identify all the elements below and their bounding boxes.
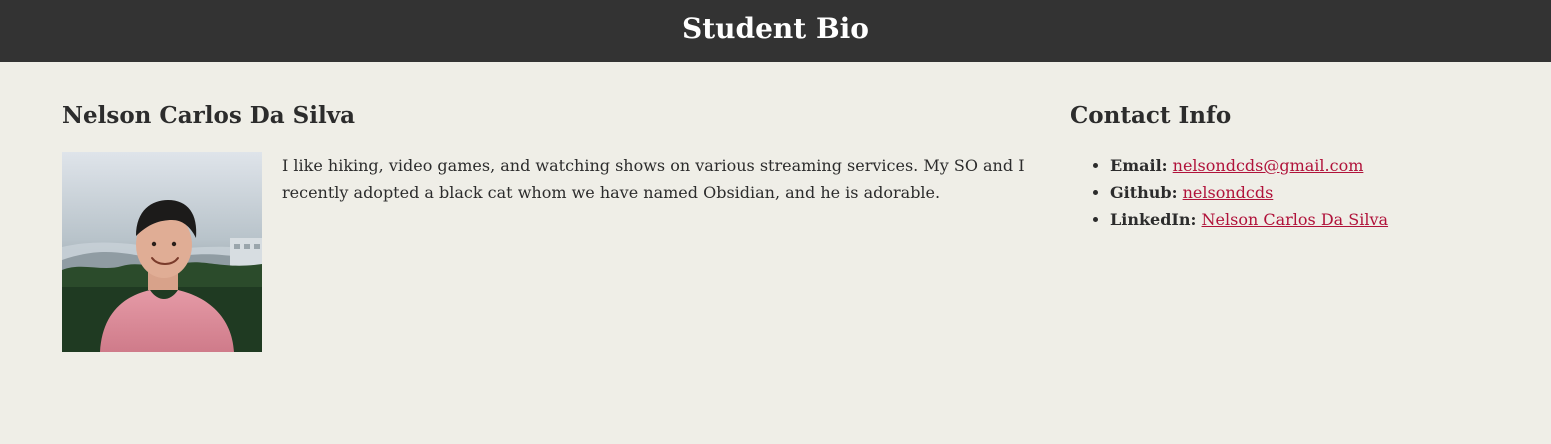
contact-title: Contact Info [1070, 102, 1232, 129]
contact-label-github: Github: [1110, 183, 1178, 202]
github-link[interactable]: nelsondcds [1183, 183, 1274, 202]
student-name: Nelson Carlos Da Silva [62, 102, 355, 129]
bio-text: I like hiking, video games, and watching… [282, 156, 1025, 202]
contact-label-linkedin: LinkedIn: [1110, 210, 1197, 229]
contact-list: Email: nelsondcds@gmail.com Github: nels… [1070, 152, 1510, 233]
bio-section: Nelson Carlos Da Silva I like hiking, vi… [62, 100, 1072, 352]
contact-section: Contact Info Email: nelsondcds@gmail.com… [1070, 100, 1510, 233]
contact-label-email: Email: [1110, 156, 1168, 175]
bio-row: I like hiking, video games, and watching… [62, 152, 1072, 352]
linkedin-link[interactable]: Nelson Carlos Da Silva [1202, 210, 1389, 229]
contact-item-email: Email: nelsondcds@gmail.com [1110, 152, 1510, 179]
contact-item-github: Github: nelsondcds [1110, 179, 1510, 206]
page-header: Student Bio [0, 0, 1551, 62]
page-title: Student Bio [682, 12, 869, 45]
email-link[interactable]: nelsondcds@gmail.com [1173, 156, 1364, 175]
main-content: Nelson Carlos Da Silva I like hiking, vi… [0, 62, 1551, 444]
contact-item-linkedin: LinkedIn: Nelson Carlos Da Silva [1110, 206, 1510, 233]
profile-photo [62, 152, 262, 352]
